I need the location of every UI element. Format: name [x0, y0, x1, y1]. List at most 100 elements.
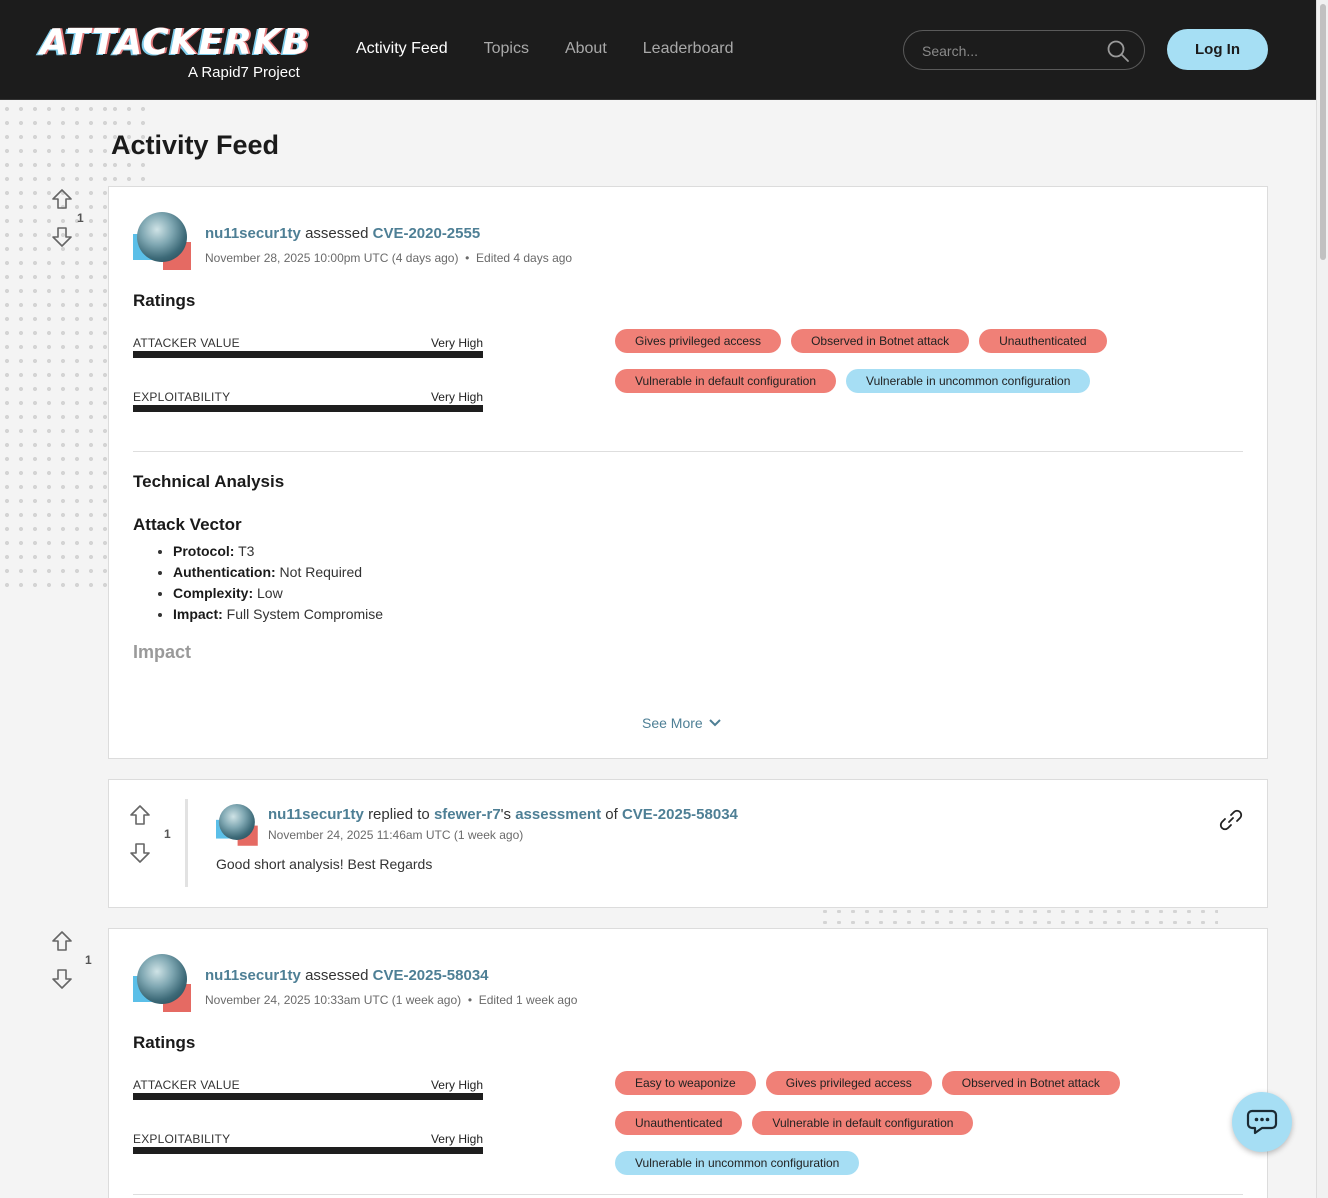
- assessment-card: nu11secur1ty assessed CVE-2020-2555 Nove…: [108, 186, 1268, 759]
- rating-bar: [133, 405, 483, 412]
- rating-exploitability: EXPLOITABILITY Very High: [133, 390, 483, 412]
- user-link[interactable]: nu11secur1ty: [205, 967, 301, 984]
- tag[interactable]: Observed in Botnet attack: [791, 329, 970, 353]
- upvote-icon[interactable]: [51, 188, 73, 210]
- cve-link[interactable]: CVE-2020-2555: [373, 225, 481, 242]
- avatar[interactable]: [133, 212, 191, 270]
- rating-value: Very High: [430, 336, 483, 350]
- search-icon[interactable]: [1106, 39, 1130, 63]
- link-icon[interactable]: [1217, 806, 1245, 834]
- decorative-dots: [818, 906, 1218, 928]
- logo-text: ATTACKERKB: [40, 22, 311, 63]
- rating-label: EXPLOITABILITY: [133, 1132, 231, 1146]
- impact-heading: Impact: [133, 642, 192, 662]
- user-link[interactable]: nu11secur1ty: [205, 225, 301, 242]
- vote-control: 1: [51, 930, 92, 1000]
- assessment-card: nu11secur1ty assessed CVE-2025-58034 Nov…: [108, 928, 1268, 1198]
- timestamp: November 24, 2025 10:33am UTC (1 week ag…: [205, 993, 462, 1007]
- scrollbar-thumb[interactable]: [1320, 4, 1326, 260]
- nav-topics[interactable]: Topics: [484, 40, 529, 58]
- rating-bar: [133, 1147, 483, 1154]
- search-input[interactable]: [922, 40, 1102, 62]
- activity-headline: nu11secur1ty assessed CVE-2025-58034: [205, 967, 489, 984]
- tag[interactable]: Easy to weaponize: [615, 1071, 756, 1095]
- tag-list: Easy to weaponize Gives privileged acces…: [615, 1071, 1175, 1175]
- main-nav: Activity Feed Topics About Leaderboard: [356, 40, 734, 58]
- tag[interactable]: Gives privileged access: [615, 329, 782, 353]
- list-item: Authentication: Not Required: [173, 564, 383, 581]
- divider: [133, 451, 1243, 452]
- timestamp: November 24, 2025 11:46am UTC (1 week ag…: [268, 828, 524, 842]
- rating-value: Very High: [430, 1132, 483, 1146]
- upvote-icon[interactable]: [129, 804, 151, 826]
- avatar[interactable]: [133, 954, 191, 1012]
- cve-link[interactable]: CVE-2025-58034: [373, 967, 489, 984]
- divider: [133, 1194, 1243, 1195]
- see-more-label: See More: [642, 715, 703, 731]
- vote-count: 1: [164, 827, 171, 841]
- ratings-heading: Ratings: [133, 291, 196, 310]
- vote-control: 1: [51, 188, 91, 258]
- assessment-link[interactable]: assessment: [515, 806, 601, 823]
- timestamp: November 28, 2025 10:00pm UTC (4 days ag…: [205, 251, 459, 265]
- ratings-heading: Ratings: [133, 1033, 196, 1052]
- rating-label: ATTACKER VALUE: [133, 336, 240, 350]
- rating-attacker-value: ATTACKER VALUE Very High: [133, 336, 483, 358]
- attack-vector-list: Protocol: T3 Authentication: Not Require…: [155, 543, 383, 627]
- nav-leaderboard[interactable]: Leaderboard: [643, 40, 734, 58]
- downvote-icon[interactable]: [51, 968, 73, 990]
- tag[interactable]: Gives privileged access: [765, 1071, 932, 1095]
- chevron-down-icon: [708, 719, 721, 727]
- activity-verb: replied to: [368, 806, 430, 823]
- tag[interactable]: Unauthenticated: [615, 1111, 743, 1135]
- list-item: Protocol: T3: [173, 543, 383, 560]
- rating-bar: [133, 351, 483, 358]
- tag[interactable]: Vulnerable in default configuration: [615, 369, 837, 393]
- tag[interactable]: Observed in Botnet attack: [941, 1071, 1120, 1095]
- activity-headline: nu11secur1ty assessed CVE-2020-2555: [205, 225, 480, 242]
- avatar[interactable]: [216, 804, 258, 846]
- rating-value: Very High: [430, 1078, 483, 1092]
- logo-subtitle: A Rapid7 Project: [188, 64, 300, 81]
- technical-analysis-heading: Technical Analysis: [133, 472, 285, 491]
- downvote-icon[interactable]: [129, 842, 151, 864]
- nav-about[interactable]: About: [565, 40, 607, 58]
- search-box: [903, 30, 1145, 70]
- see-more-link[interactable]: See More: [642, 715, 721, 731]
- reply-body: Good short analysis! Best Regards: [216, 856, 433, 872]
- activity-date: November 24, 2025 10:33am UTC (1 week ag…: [205, 993, 578, 1007]
- rating-value: Very High: [430, 390, 483, 404]
- tag[interactable]: Vulnerable in uncommon configuration: [846, 369, 1091, 393]
- login-button[interactable]: Log In: [1167, 29, 1268, 70]
- tag[interactable]: Vulnerable in uncommon configuration: [615, 1151, 860, 1175]
- nav-activity-feed[interactable]: Activity Feed: [356, 40, 448, 58]
- activity-date: November 28, 2025 10:00pm UTC (4 days ag…: [205, 251, 573, 265]
- chat-button[interactable]: [1232, 1092, 1292, 1152]
- vote-count: 1: [85, 953, 92, 967]
- attack-vector-heading: Attack Vector: [133, 515, 242, 534]
- edited-timestamp: Edited 1 week ago: [478, 993, 578, 1007]
- activity-verb: assessed: [305, 225, 369, 242]
- chat-icon: [1246, 1109, 1278, 1135]
- rating-attacker-value: ATTACKER VALUE Very High: [133, 1078, 483, 1100]
- vote-count: 1: [77, 211, 84, 225]
- user-link[interactable]: nu11secur1ty: [268, 806, 364, 823]
- reply-headline: nu11secur1ty replied to sfewer-r7's asse…: [268, 806, 738, 823]
- top-navigation-bar: ATTACKERKB A Rapid7 Project Activity Fee…: [0, 0, 1316, 100]
- tag-list: Gives privileged access Observed in Botn…: [615, 329, 1175, 393]
- rating-label: ATTACKER VALUE: [133, 1078, 240, 1092]
- rating-label: EXPLOITABILITY: [133, 390, 231, 404]
- page-scrollbar[interactable]: [1316, 0, 1328, 1198]
- list-item: Impact: Full System Compromise: [173, 606, 383, 623]
- rating-exploitability: EXPLOITABILITY Very High: [133, 1132, 483, 1154]
- attackerkb-logo[interactable]: ATTACKERKB A Rapid7 Project: [40, 22, 330, 82]
- decorative-dots: [0, 102, 108, 590]
- tag[interactable]: Unauthenticated: [979, 329, 1107, 353]
- tag[interactable]: Vulnerable in default configuration: [752, 1111, 974, 1135]
- downvote-icon[interactable]: [51, 226, 73, 248]
- rating-bar: [133, 1093, 483, 1100]
- target-user-link[interactable]: sfewer-r7: [434, 806, 501, 823]
- cve-link[interactable]: CVE-2025-58034: [622, 806, 738, 823]
- vote-control: 1: [129, 804, 171, 874]
- upvote-icon[interactable]: [51, 930, 73, 952]
